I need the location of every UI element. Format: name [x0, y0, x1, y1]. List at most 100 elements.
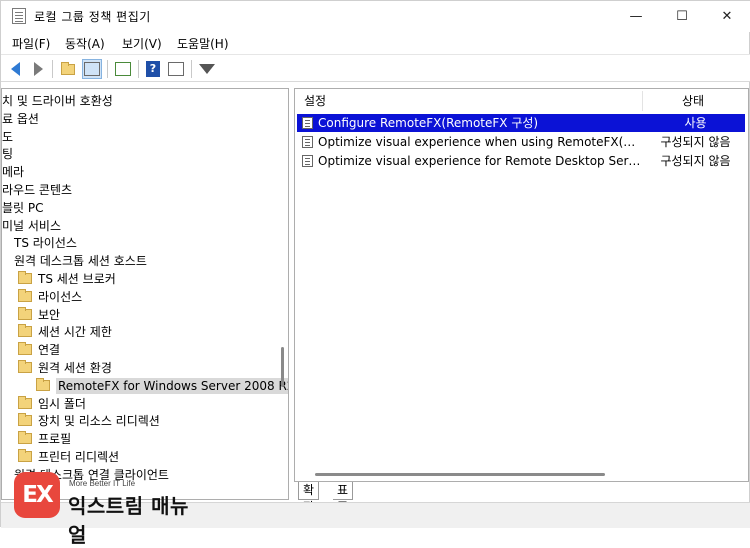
setting-icon: [302, 117, 313, 129]
tree-item[interactable]: 임시 폴더: [18, 395, 86, 413]
setting-icon: [302, 136, 313, 148]
tree-item[interactable]: 라이선스: [18, 288, 82, 306]
tree-item[interactable]: TS 세션 브로커: [18, 270, 116, 288]
tree-item[interactable]: 메라: [2, 163, 24, 181]
settings-row[interactable]: Configure RemoteFX(RemoteFX 구성) 사용: [297, 114, 745, 132]
tree-item[interactable]: RemoteFX for Windows Server 2008 R2(: [36, 377, 288, 395]
menu-bar: 파일(F) 동작(A) 보기(V) 도움말(H): [1, 32, 750, 53]
app-icon: [12, 8, 26, 24]
folder-icon: [18, 271, 32, 284]
tree-item[interactable]: 원격 데스크톱 세션 호스트: [14, 252, 147, 270]
tree-item[interactable]: 원격 세션 환경: [18, 359, 112, 377]
tab-standard[interactable]: 표준: [333, 482, 354, 514]
tree-item[interactable]: 치 및 드라이버 호환성: [2, 92, 113, 110]
show-hide-tree-icon[interactable]: [82, 59, 102, 79]
tree-item-label: 원격 데스크톱 세션 호스트: [14, 254, 147, 269]
menu-help[interactable]: 도움말(H): [177, 35, 229, 52]
settings-row[interactable]: Optimize visual experience when using Re…: [297, 133, 745, 151]
setting-state: 사용: [684, 116, 707, 130]
toolbar: ?: [1, 54, 750, 82]
tree-item-label: 메라: [2, 165, 25, 180]
tree-item-label: 블릿 PC: [2, 200, 44, 215]
settings-row[interactable]: Optimize visual experience for Remote De…: [297, 152, 745, 170]
watermark-logo: EX: [14, 472, 60, 518]
tree-item-label: 팅: [2, 147, 14, 162]
tree-item[interactable]: 라우드 콘텐츠: [2, 181, 72, 199]
tree-item[interactable]: TS 라이선스: [14, 234, 77, 252]
tree-item[interactable]: 미널 서비스: [2, 217, 61, 235]
folder-icon: [18, 342, 32, 356]
tree-item[interactable]: 도: [2, 128, 13, 146]
tree-item-label: 프린터 리디렉션: [38, 450, 120, 464]
folder-icon: [18, 360, 32, 373]
tree-item-label: TS 세션 브로커: [38, 272, 116, 286]
setting-name: Optimize visual experience when using Re…: [318, 135, 642, 149]
tree-item[interactable]: 세션 시간 제한: [18, 323, 112, 341]
tree-item-label: 라우드 콘텐츠: [2, 183, 73, 197]
tree-pane[interactable]: 치 및 드라이버 호환성 료 옵션도 팅메라라우드 콘텐츠블릿 PC 미널 서비스 TS…: [1, 88, 289, 500]
tree-item[interactable]: 료 옵션: [2, 110, 39, 128]
back-icon[interactable]: [5, 59, 25, 79]
toolbar-separator: [52, 60, 53, 78]
tree-item-label: 장치 및 리소스 리디렉션: [38, 414, 160, 429]
tree-item-label: 도: [2, 129, 14, 144]
forward-icon[interactable]: [28, 59, 48, 79]
watermark-tagline: More Better IT Life: [69, 479, 136, 488]
tree-item-label: TS 라이선스: [14, 236, 77, 251]
tree-item[interactable]: 팅: [2, 145, 13, 163]
filter-icon[interactable]: [197, 59, 217, 79]
tree-item[interactable]: 프로필: [18, 430, 71, 448]
folder-icon: [18, 306, 32, 320]
settings-list-pane: 설정 상태 Configure RemoteFX(RemoteFX 구성) 사용 O…: [294, 88, 749, 482]
tree-item[interactable]: 프린터 리디렉션: [18, 448, 119, 466]
tree-item-label: 원격 세션 환경: [38, 361, 112, 375]
setting-state: 구성되지 않음: [660, 135, 731, 149]
tree-item-label: RemoteFX for Windows Server 2008 R2(: [56, 377, 288, 394]
toolbar-separator: [191, 60, 192, 78]
tree-scrollbar[interactable]: [277, 89, 288, 499]
gpedit-window: 로컬 그룹 정책 편집기 — ☐ ✕ 파일(F) 동작(A) 보기(V) 도움말…: [0, 0, 750, 547]
folder-icon: [18, 395, 32, 409]
tree-item-label: 연결: [38, 343, 61, 358]
column-divider[interactable]: [642, 91, 643, 111]
folder-icon: [36, 377, 50, 391]
folder-icon: [18, 324, 32, 338]
help-icon[interactable]: ?: [143, 59, 163, 79]
export-list-icon[interactable]: [113, 59, 133, 79]
watermark-name: 익스트림 매뉴얼: [68, 494, 189, 547]
tree-item-label: 프로필: [38, 432, 72, 447]
folder-icon: [18, 449, 32, 462]
list-horizontal-scrollbar[interactable]: [315, 473, 605, 476]
tree-scrollbar-thumb[interactable]: [281, 347, 284, 387]
up-folder-icon[interactable]: [58, 59, 78, 79]
setting-name: Configure RemoteFX(RemoteFX 구성): [318, 116, 539, 130]
menu-action[interactable]: 동작(A): [65, 35, 105, 52]
close-button[interactable]: ✕: [704, 1, 750, 32]
setting-name: Optimize visual experience for Remote De…: [318, 154, 642, 168]
title-bar: 로컬 그룹 정책 편집기 — ☐ ✕: [1, 1, 750, 32]
tree-item[interactable]: 보안: [18, 306, 60, 324]
toolbar-separator: [138, 60, 139, 78]
window-title: 로컬 그룹 정책 편집기: [34, 10, 151, 24]
tree-item-label: 라이선스: [38, 289, 83, 304]
tab-extended[interactable]: 확장: [298, 482, 320, 514]
tree-item-label: 보안: [38, 307, 61, 322]
column-header-setting[interactable]: 설정: [304, 89, 326, 113]
maximize-button[interactable]: ☐: [659, 1, 705, 32]
tree-item[interactable]: 연결: [18, 341, 60, 359]
column-header-state[interactable]: 상태: [682, 89, 704, 113]
tree-item[interactable]: 장치 및 리소스 리디렉션: [18, 412, 160, 430]
folder-icon: [18, 431, 32, 445]
tree-item-label: 료 옵션: [2, 111, 39, 126]
site-watermark: EX More Better IT Life 익스트림 매뉴얼: [6, 469, 206, 547]
menu-view[interactable]: 보기(V): [122, 35, 162, 52]
tree-item-label: 임시 폴더: [38, 396, 86, 411]
tree-item-label: 미널 서비스: [2, 218, 62, 233]
toolbar-separator: [107, 60, 108, 78]
folder-icon: [18, 288, 32, 302]
view-icon[interactable]: [166, 59, 186, 79]
setting-state: 구성되지 않음: [660, 154, 731, 168]
minimize-button[interactable]: —: [613, 1, 659, 32]
menu-file[interactable]: 파일(F): [12, 35, 50, 52]
tree-item[interactable]: 블릿 PC: [2, 199, 44, 217]
